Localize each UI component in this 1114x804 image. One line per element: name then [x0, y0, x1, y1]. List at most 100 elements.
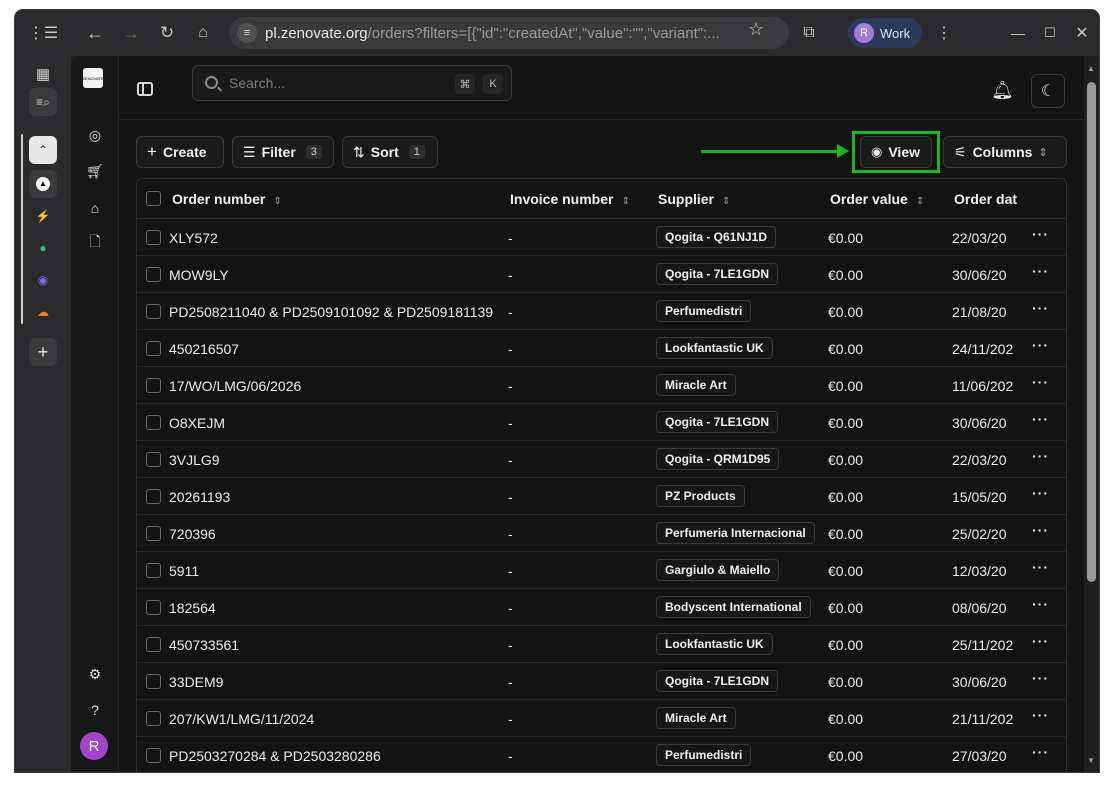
cell-order-number[interactable]: MOW9LY	[169, 267, 504, 283]
tab-zenovate-icon[interactable]: ▲	[29, 170, 57, 198]
header-supplier[interactable]: Supplier ⇕	[658, 191, 730, 207]
row-checkbox[interactable]	[146, 711, 161, 726]
close-window-icon[interactable]: ✕	[1068, 19, 1096, 47]
cell-order-number[interactable]: 720396	[169, 526, 504, 542]
row-checkbox[interactable]	[146, 674, 161, 689]
supplier-badge[interactable]: Bodyscent International	[656, 596, 811, 618]
scroll-thumb[interactable]	[1087, 82, 1096, 582]
tab-list-icon[interactable]: ⋮☰	[28, 19, 58, 47]
help-icon[interactable]: ?	[83, 698, 107, 722]
create-button[interactable]: + Create	[136, 136, 224, 168]
cell-order-number[interactable]: 207/KW1/LMG/11/2024	[169, 711, 504, 727]
bookmark-star-icon[interactable]: ☆	[748, 19, 764, 40]
maximize-icon[interactable]: ☐	[1036, 19, 1064, 47]
row-actions-icon[interactable]: ···	[1032, 596, 1049, 612]
supplier-badge[interactable]: PZ Products	[656, 485, 745, 507]
row-actions-icon[interactable]: ···	[1032, 522, 1049, 538]
row-checkbox[interactable]	[146, 600, 161, 615]
tab-grid-icon[interactable]: ▦	[29, 60, 57, 88]
cell-order-number[interactable]: 17/WO/LMG/06/2026	[169, 378, 504, 394]
warehouse-icon[interactable]: ⌂	[83, 196, 107, 220]
row-actions-icon[interactable]: ···	[1032, 744, 1049, 760]
cell-order-number[interactable]: PD2508211040 & PD2509101092 & PD25091811…	[169, 304, 504, 320]
tab-bolt-icon[interactable]: ⚡	[29, 202, 57, 230]
row-checkbox[interactable]	[146, 563, 161, 578]
table-row[interactable]: 207/KW1/LMG/11/2024- Miracle Art €0.00 21/1…	[137, 700, 1066, 737]
supplier-badge[interactable]: Lookfantastic UK	[656, 633, 773, 655]
row-actions-icon[interactable]: ···	[1032, 411, 1049, 427]
row-actions-icon[interactable]: ···	[1032, 374, 1049, 390]
table-row[interactable]: 5911- Gargiulo & Maiello €0.00 12/03/20 ···	[137, 552, 1066, 589]
app-logo[interactable]: ZENOVATE	[83, 68, 103, 88]
cell-order-number[interactable]: 5911	[169, 563, 504, 579]
supplier-badge[interactable]: Qogita - 7LE1GDN	[656, 670, 779, 692]
table-row[interactable]: 182564- Bodyscent International €0.00 08/06…	[137, 589, 1066, 626]
sort-button[interactable]: ⇅ Sort 1	[342, 136, 438, 168]
tab-circle-c-icon[interactable]: ◉	[29, 266, 57, 294]
table-row[interactable]: 720396- Perfumeria Internacional €0.00 25/0…	[137, 515, 1066, 552]
cell-order-number[interactable]: 450216507	[169, 341, 504, 357]
row-actions-icon[interactable]: ···	[1032, 670, 1049, 686]
search-input[interactable]: Search... ⌘ K	[192, 65, 512, 101]
row-checkbox[interactable]	[146, 489, 161, 504]
supplier-badge[interactable]: Qogita - 7LE1GDN	[656, 411, 779, 433]
table-row[interactable]: MOW9LY - Qogita - 7LE1GDN €0.00 30/06/20 ···	[137, 256, 1066, 293]
row-checkbox[interactable]	[146, 378, 161, 393]
minimize-icon[interactable]: —	[1004, 19, 1032, 47]
profile-button[interactable]: R Work	[848, 18, 922, 48]
row-actions-icon[interactable]: ···	[1032, 485, 1049, 501]
table-row[interactable]: XLY572- Qogita - Q61NJ1D €0.00 22/03/20 ···	[137, 219, 1066, 256]
table-row[interactable]: 33DEM9- Qogita - 7LE1GDN €0.00 30/06/20 ···	[137, 663, 1066, 700]
cell-order-number[interactable]: 182564	[169, 600, 504, 616]
supplier-badge[interactable]: Lookfantastic UK	[656, 337, 773, 359]
row-actions-icon[interactable]: ···	[1032, 633, 1049, 649]
row-actions-icon[interactable]: ···	[1032, 559, 1049, 575]
cell-order-number[interactable]: XLY572	[169, 230, 504, 246]
table-row[interactable]: 17/WO/LMG/06/2026- Miracle Art €0.00 11/06/…	[137, 367, 1066, 404]
reload-icon[interactable]: ↻	[153, 19, 181, 47]
new-tab-icon[interactable]: +	[29, 338, 57, 366]
home-icon[interactable]: ⌂	[189, 19, 217, 47]
site-settings-icon[interactable]: ≡	[237, 23, 257, 43]
select-all-checkbox[interactable]	[146, 191, 161, 206]
supplier-badge[interactable]: Perfumeria Internacional	[656, 522, 815, 544]
extensions-icon[interactable]: ⧉	[795, 19, 823, 47]
supplier-badge[interactable]: Miracle Art	[656, 707, 736, 729]
row-checkbox[interactable]	[146, 230, 161, 245]
tab-search-icon[interactable]: ≡⌕	[29, 88, 57, 116]
table-row[interactable]: 450216507- Lookfantastic UK €0.00 24/11/202…	[137, 330, 1066, 367]
supplier-badge[interactable]: Perfumedistri	[656, 744, 752, 766]
row-actions-icon[interactable]: ···	[1032, 263, 1049, 279]
collapse-group-icon[interactable]: ⌃	[29, 136, 57, 164]
supplier-badge[interactable]: Qogita - Q61NJ1D	[656, 226, 777, 248]
table-row[interactable]: 450733561- Lookfantastic UK €0.00 25/11/202…	[137, 626, 1066, 663]
row-checkbox[interactable]	[146, 415, 161, 430]
header-order-value[interactable]: Order value ⇕	[830, 191, 924, 207]
row-checkbox[interactable]	[146, 304, 161, 319]
settings-icon[interactable]: ⚙	[83, 662, 107, 686]
row-checkbox[interactable]	[146, 748, 161, 763]
table-row[interactable]: PD2503270284 & PD2503280286- Perfumedistr…	[137, 737, 1066, 772]
theme-toggle-button[interactable]: ☾	[1031, 74, 1065, 108]
dashboard-icon[interactable]: ◎	[83, 123, 107, 147]
header-order-number[interactable]: Order number ⇕	[172, 191, 282, 207]
supplier-badge[interactable]: Qogita - 7LE1GDN	[656, 263, 779, 285]
row-actions-icon[interactable]: ···	[1032, 707, 1049, 723]
tab-leaf-icon[interactable]: ●	[29, 234, 57, 262]
cell-order-number[interactable]: PD2503270284 & PD2503280286	[169, 748, 504, 764]
back-icon[interactable]: ←	[81, 19, 109, 47]
table-row[interactable]: PD2508211040 & PD2509101092 & PD25091811…	[137, 293, 1066, 330]
supplier-badge[interactable]: Gargiulo & Maiello	[656, 559, 780, 581]
row-actions-icon[interactable]: ···	[1032, 337, 1049, 353]
sidebar-toggle-icon[interactable]	[137, 82, 153, 96]
address-bar[interactable]: ≡ pl.zenovate.org/orders?filters=[{"id":…	[229, 17, 789, 49]
view-button[interactable]: ◉ View	[860, 136, 932, 168]
cell-order-number[interactable]: 33DEM9	[169, 674, 504, 690]
row-actions-icon[interactable]: ···	[1032, 300, 1049, 316]
row-actions-icon[interactable]: ···	[1032, 226, 1049, 242]
supplier-badge[interactable]: Qogita - QRM1D95	[656, 448, 780, 470]
row-actions-icon[interactable]: ···	[1032, 448, 1049, 464]
cell-order-number[interactable]: 3VJLG9	[169, 452, 504, 468]
cell-order-number[interactable]: 450733561	[169, 637, 504, 653]
scroll-up-icon[interactable]: ▲	[1087, 64, 1095, 73]
